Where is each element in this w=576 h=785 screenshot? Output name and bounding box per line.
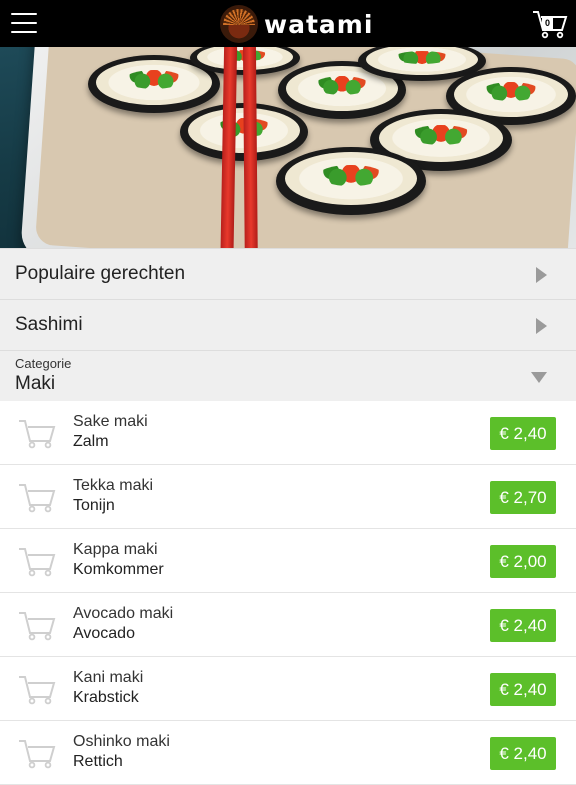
section-sashimi[interactable]: Sashimi bbox=[0, 299, 576, 350]
brand-logo[interactable]: watami bbox=[220, 4, 373, 44]
product-list: Sake maki Zalm € 2,40 Tekka maki Tonijn … bbox=[0, 401, 576, 785]
sushi-roll bbox=[276, 147, 426, 215]
list-item: Oshinko maki Rettich € 2,40 bbox=[0, 721, 576, 785]
list-item: Kani maki Krabstick € 2,40 bbox=[0, 657, 576, 721]
item-description: Zalm bbox=[73, 433, 109, 450]
category-selector[interactable]: Categorie Maki bbox=[0, 350, 576, 402]
item-name: Avocado maki bbox=[73, 605, 174, 622]
price-button[interactable]: € 2,40 bbox=[490, 417, 556, 450]
item-description: Krabstick bbox=[73, 689, 139, 706]
hero-image-sushi bbox=[0, 47, 576, 248]
chopstick bbox=[242, 47, 259, 248]
list-item: Avocado maki Avocado € 2,40 bbox=[0, 593, 576, 657]
price-button[interactable]: € 2,70 bbox=[490, 481, 556, 514]
item-description: Tonijn bbox=[73, 497, 115, 514]
price-button[interactable]: € 2,40 bbox=[490, 609, 556, 642]
chevron-right-icon bbox=[536, 267, 547, 283]
add-to-cart-icon[interactable] bbox=[18, 417, 56, 449]
item-description: Komkommer bbox=[73, 561, 164, 578]
section-populaire-gerechten[interactable]: Populaire gerechten bbox=[0, 248, 576, 299]
list-item: Tekka maki Tonijn € 2,70 bbox=[0, 465, 576, 529]
chevron-right-icon bbox=[536, 318, 547, 334]
price-button[interactable]: € 2,40 bbox=[490, 737, 556, 770]
add-to-cart-icon[interactable] bbox=[18, 481, 56, 513]
item-name: Sake maki bbox=[73, 413, 148, 430]
price-button[interactable]: € 2,40 bbox=[490, 673, 556, 706]
shopping-cart-button[interactable]: 0 bbox=[532, 9, 568, 39]
top-bar: watami 0 bbox=[0, 0, 576, 47]
item-description: Rettich bbox=[73, 753, 123, 770]
chevron-down-icon bbox=[531, 372, 547, 383]
list-item: Kappa maki Komkommer € 2,00 bbox=[0, 529, 576, 593]
category-caption: Categorie bbox=[15, 356, 72, 371]
list-item: Sake maki Zalm € 2,40 bbox=[0, 401, 576, 465]
watami-logo-icon bbox=[220, 5, 258, 43]
item-name: Oshinko maki bbox=[73, 733, 170, 750]
price-button[interactable]: € 2,00 bbox=[490, 545, 556, 578]
section-label: Populaire gerechten bbox=[15, 263, 186, 284]
add-to-cart-icon[interactable] bbox=[18, 545, 56, 577]
hamburger-menu-icon[interactable] bbox=[11, 13, 37, 33]
add-to-cart-icon[interactable] bbox=[18, 673, 56, 705]
brand-name: watami bbox=[264, 9, 374, 39]
add-to-cart-icon[interactable] bbox=[18, 737, 56, 769]
item-name: Tekka maki bbox=[73, 477, 154, 494]
cart-count-badge: 0 bbox=[542, 18, 553, 29]
item-name: Kani maki bbox=[73, 669, 144, 686]
item-name: Kappa maki bbox=[73, 541, 158, 558]
category-value: Maki bbox=[15, 373, 56, 394]
add-to-cart-icon[interactable] bbox=[18, 609, 56, 641]
item-description: Avocado bbox=[73, 625, 135, 642]
section-label: Sashimi bbox=[15, 314, 83, 335]
